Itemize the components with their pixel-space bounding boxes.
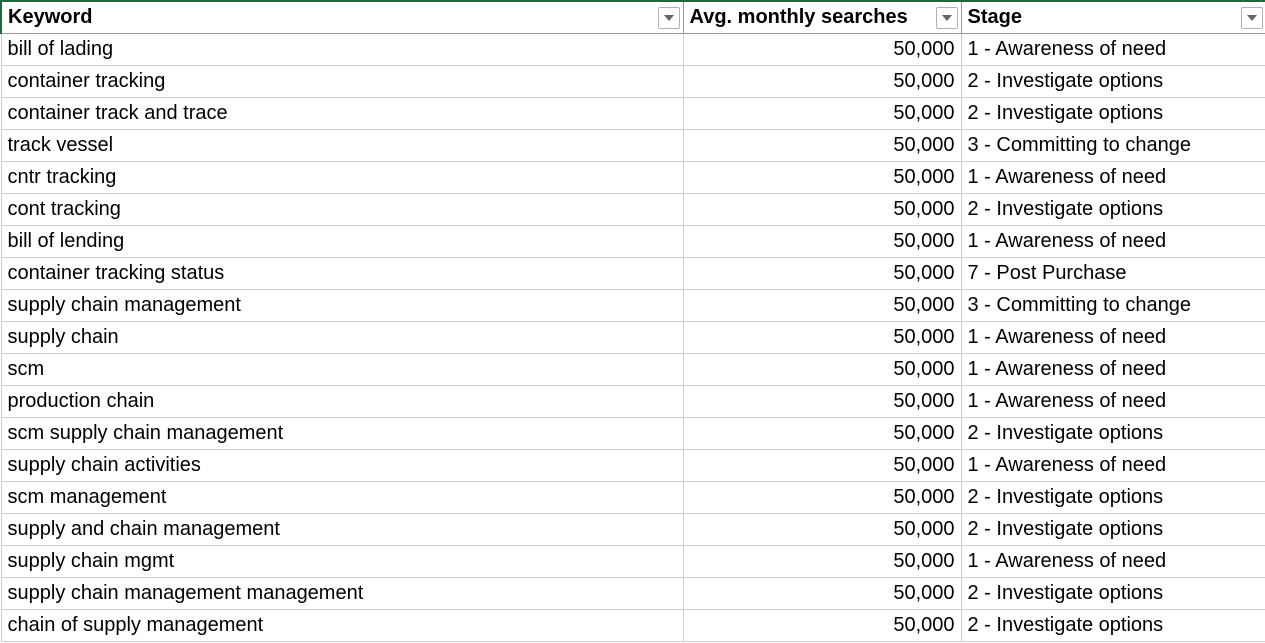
cell-keyword[interactable]: scm management xyxy=(1,482,683,514)
table-row: container tracking status50,0007 - Post … xyxy=(1,258,1265,290)
cell-searches[interactable]: 50,000 xyxy=(683,514,961,546)
cell-keyword[interactable]: supply chain management xyxy=(1,290,683,322)
table-row: scm management50,0002 - Investigate opti… xyxy=(1,482,1265,514)
cell-stage[interactable]: 1 - Awareness of need xyxy=(961,450,1265,482)
table-row: scm supply chain management50,0002 - Inv… xyxy=(1,418,1265,450)
cell-keyword[interactable]: chain of supply management xyxy=(1,610,683,642)
cell-stage[interactable]: 2 - Investigate options xyxy=(961,98,1265,130)
table-row: chain of supply management50,0002 - Inve… xyxy=(1,610,1265,642)
filter-button-searches[interactable] xyxy=(936,7,958,29)
cell-searches[interactable]: 50,000 xyxy=(683,226,961,258)
filter-button-keyword[interactable] xyxy=(658,7,680,29)
cell-keyword[interactable]: bill of lending xyxy=(1,226,683,258)
cell-keyword[interactable]: supply chain xyxy=(1,322,683,354)
header-label: Keyword xyxy=(8,6,92,28)
table-row: scm50,0001 - Awareness of need xyxy=(1,354,1265,386)
header-label: Avg. monthly searches xyxy=(690,6,908,28)
chevron-down-icon xyxy=(942,15,952,21)
table-row: supply chain management50,0003 - Committ… xyxy=(1,290,1265,322)
header-searches[interactable]: Avg. monthly searches xyxy=(683,1,961,34)
cell-keyword[interactable]: cont tracking xyxy=(1,194,683,226)
cell-searches[interactable]: 50,000 xyxy=(683,322,961,354)
table-row: supply chain activities50,0001 - Awarene… xyxy=(1,450,1265,482)
header-stage[interactable]: Stage xyxy=(961,1,1265,34)
cell-searches[interactable]: 50,000 xyxy=(683,354,961,386)
cell-searches[interactable]: 50,000 xyxy=(683,130,961,162)
table-row: supply and chain management50,0002 - Inv… xyxy=(1,514,1265,546)
cell-searches[interactable]: 50,000 xyxy=(683,546,961,578)
cell-stage[interactable]: 1 - Awareness of need xyxy=(961,546,1265,578)
table-row: bill of lending50,0001 - Awareness of ne… xyxy=(1,226,1265,258)
cell-stage[interactable]: 7 - Post Purchase xyxy=(961,258,1265,290)
cell-searches[interactable]: 50,000 xyxy=(683,162,961,194)
cell-searches[interactable]: 50,000 xyxy=(683,290,961,322)
cell-keyword[interactable]: container tracking xyxy=(1,66,683,98)
cell-searches[interactable]: 50,000 xyxy=(683,34,961,66)
cell-keyword[interactable]: container track and trace xyxy=(1,98,683,130)
cell-stage[interactable]: 3 - Committing to change xyxy=(961,290,1265,322)
cell-stage[interactable]: 2 - Investigate options xyxy=(961,418,1265,450)
cell-searches[interactable]: 50,000 xyxy=(683,258,961,290)
cell-keyword[interactable]: track vessel xyxy=(1,130,683,162)
cell-keyword[interactable]: scm xyxy=(1,354,683,386)
cell-searches[interactable]: 50,000 xyxy=(683,418,961,450)
chevron-down-icon xyxy=(664,15,674,21)
cell-searches[interactable]: 50,000 xyxy=(683,386,961,418)
cell-keyword[interactable]: production chain xyxy=(1,386,683,418)
table-row: container track and trace50,0002 - Inves… xyxy=(1,98,1265,130)
table-row: container tracking50,0002 - Investigate … xyxy=(1,66,1265,98)
cell-stage[interactable]: 1 - Awareness of need xyxy=(961,322,1265,354)
table-row: cntr tracking50,0001 - Awareness of need xyxy=(1,162,1265,194)
cell-stage[interactable]: 1 - Awareness of need xyxy=(961,34,1265,66)
cell-searches[interactable]: 50,000 xyxy=(683,98,961,130)
cell-searches[interactable]: 50,000 xyxy=(683,450,961,482)
keyword-table: Keyword Avg. monthly searches Stage bill… xyxy=(0,0,1265,642)
header-label: Stage xyxy=(968,6,1022,28)
cell-keyword[interactable]: supply chain management management xyxy=(1,578,683,610)
cell-stage[interactable]: 1 - Awareness of need xyxy=(961,226,1265,258)
cell-keyword[interactable]: cntr tracking xyxy=(1,162,683,194)
table-body: bill of lading50,0001 - Awareness of nee… xyxy=(1,34,1265,642)
cell-stage[interactable]: 3 - Committing to change xyxy=(961,130,1265,162)
cell-keyword[interactable]: supply and chain management xyxy=(1,514,683,546)
cell-keyword[interactable]: supply chain mgmt xyxy=(1,546,683,578)
cell-keyword[interactable]: supply chain activities xyxy=(1,450,683,482)
cell-searches[interactable]: 50,000 xyxy=(683,66,961,98)
cell-stage[interactable]: 2 - Investigate options xyxy=(961,194,1265,226)
table-row: supply chain management management50,000… xyxy=(1,578,1265,610)
table-row: supply chain50,0001 - Awareness of need xyxy=(1,322,1265,354)
cell-searches[interactable]: 50,000 xyxy=(683,610,961,642)
cell-searches[interactable]: 50,000 xyxy=(683,578,961,610)
cell-keyword[interactable]: bill of lading xyxy=(1,34,683,66)
cell-stage[interactable]: 2 - Investigate options xyxy=(961,66,1265,98)
cell-searches[interactable]: 50,000 xyxy=(683,194,961,226)
filter-button-stage[interactable] xyxy=(1241,7,1263,29)
table-row: production chain50,0001 - Awareness of n… xyxy=(1,386,1265,418)
table-header-row: Keyword Avg. monthly searches Stage xyxy=(1,1,1265,34)
cell-stage[interactable]: 2 - Investigate options xyxy=(961,610,1265,642)
cell-stage[interactable]: 2 - Investigate options xyxy=(961,578,1265,610)
cell-keyword[interactable]: scm supply chain management xyxy=(1,418,683,450)
table-row: supply chain mgmt50,0001 - Awareness of … xyxy=(1,546,1265,578)
cell-stage[interactable]: 1 - Awareness of need xyxy=(961,354,1265,386)
cell-keyword[interactable]: container tracking status xyxy=(1,258,683,290)
header-keyword[interactable]: Keyword xyxy=(1,1,683,34)
cell-stage[interactable]: 2 - Investigate options xyxy=(961,482,1265,514)
cell-stage[interactable]: 2 - Investigate options xyxy=(961,514,1265,546)
chevron-down-icon xyxy=(1247,15,1257,21)
cell-searches[interactable]: 50,000 xyxy=(683,482,961,514)
table-row: cont tracking50,0002 - Investigate optio… xyxy=(1,194,1265,226)
table-row: track vessel50,0003 - Committing to chan… xyxy=(1,130,1265,162)
table-row: bill of lading50,0001 - Awareness of nee… xyxy=(1,34,1265,66)
cell-stage[interactable]: 1 - Awareness of need xyxy=(961,162,1265,194)
cell-stage[interactable]: 1 - Awareness of need xyxy=(961,386,1265,418)
